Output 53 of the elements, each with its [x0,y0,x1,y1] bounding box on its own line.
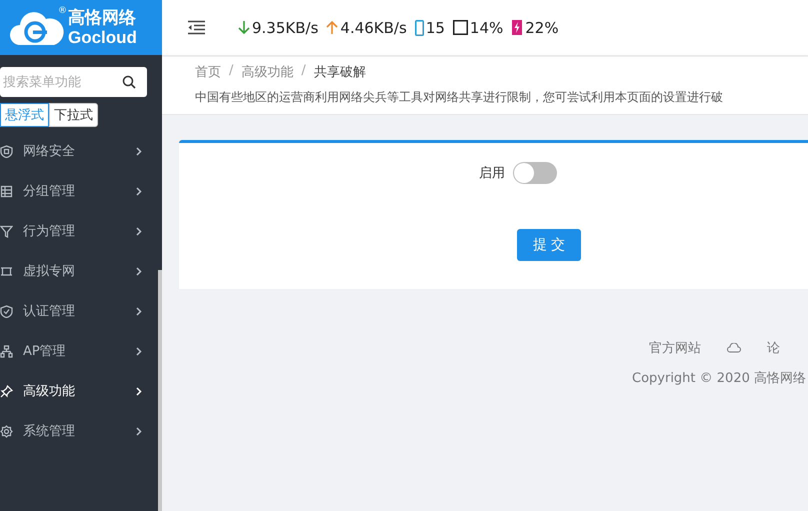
breadcrumb-separator: / [229,63,234,80]
chevron-right-icon [136,226,142,236]
square-icon [452,20,468,35]
menu-collapse-icon[interactable] [187,20,206,35]
sidebar-item[interactable]: 系统管理 [0,411,162,451]
chevron-right-icon [136,346,142,356]
sidebar-item[interactable]: 虚拟专网 [0,251,162,291]
stat-value: 15 [426,18,445,36]
tree-icon [0,344,13,358]
chevron-right-icon [136,186,142,196]
stat-value: 9.35KB/s [252,18,318,36]
registered-mark: ® [58,6,67,16]
phone-icon [414,20,424,36]
chevron-right-icon [136,306,142,316]
sidebar-item[interactable]: AP管理 [0,331,162,371]
chevron-right-icon [136,266,142,276]
page-description: 中国有些地区的运营商利用网络尖兵等工具对网络共享进行限制，您可尝试利用本页面的设置进行破 [195,89,724,106]
breadcrumb-link[interactable]: 首页 [195,63,221,81]
grid-icon [0,184,13,198]
shield-icon [0,144,13,158]
copyright-text: Copyright © 2020 高恪网络 [632,370,808,387]
brand-name: 高恪网络 [68,10,137,26]
breadcrumb-link[interactable]: 高级功能 [241,63,294,81]
sidebar-item[interactable]: 分组管理 [0,171,162,211]
footer-link[interactable]: 官方网站 [649,339,701,357]
arrow-down-icon [238,20,250,35]
battery-icon [511,19,524,36]
cloud-icon[interactable] [727,343,741,353]
search-field[interactable]: 搜索菜单功能 [0,67,147,97]
gear-icon [0,424,13,438]
search-icon [122,75,136,89]
stat-value: 22% [525,18,559,36]
stat-value: 14% [470,18,504,36]
stat-value: 4.46KB/s [340,18,407,36]
sidebar-item[interactable]: 认证管理 [0,291,162,331]
chevron-right-icon [136,146,142,156]
enable-toggle[interactable] [513,162,557,184]
menu-style-tab[interactable]: 下拉式 [49,103,98,127]
scrollbar[interactable] [158,270,162,511]
check-icon [0,304,13,318]
chevron-right-icon [136,426,142,436]
breadcrumb-link[interactable]: 共享破解 [314,63,366,81]
breadcrumb-separator: / [301,63,306,80]
enable-label: 启用 [479,165,505,182]
brand-subtitle: Gocloud [68,28,137,46]
footer-link[interactable]: 论 [767,339,780,357]
chevron-right-icon [136,386,142,396]
filter-icon [0,224,13,238]
pin-icon [0,384,13,398]
sidebar-item[interactable]: 高级功能 [0,371,162,411]
sidebar-item[interactable]: 网络安全 [0,131,162,171]
arrow-up-icon [326,20,338,35]
sidebar-item[interactable]: 行为管理 [0,211,162,251]
